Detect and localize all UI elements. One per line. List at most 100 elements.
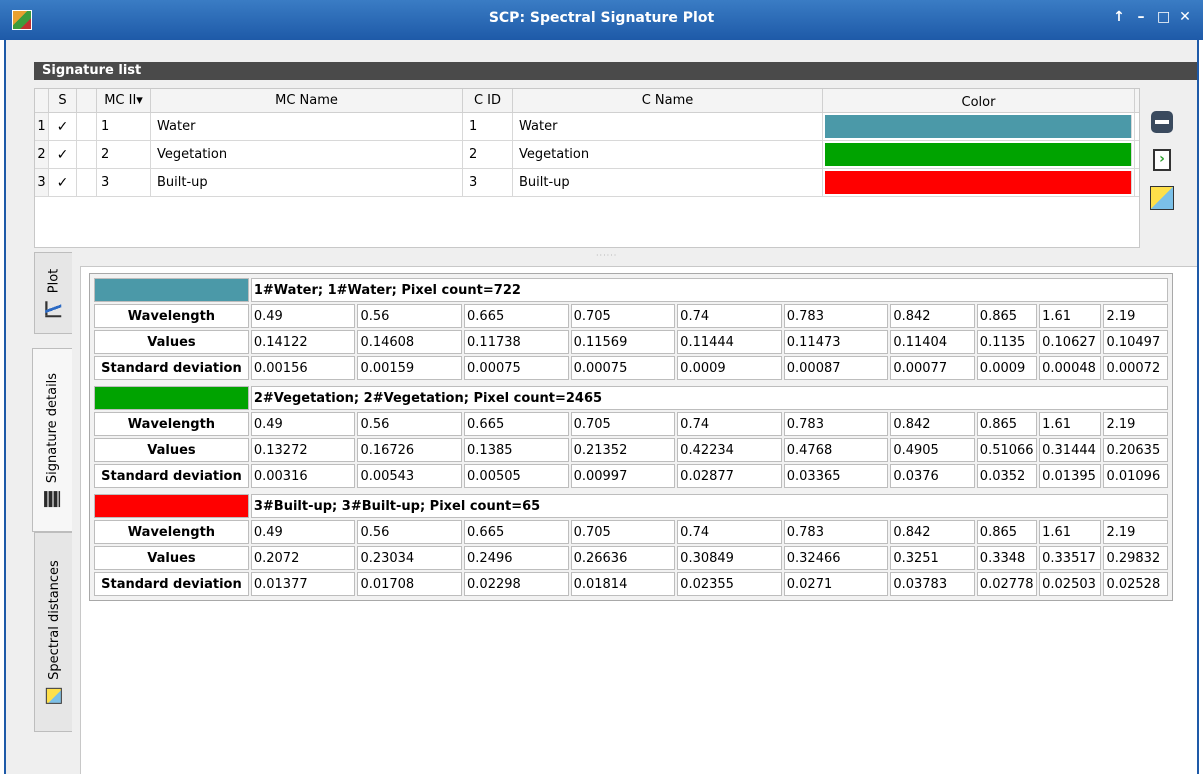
column-header-s[interactable]: S — [49, 89, 77, 112]
value-cell[interactable]: 2.19 — [1103, 412, 1168, 436]
value-cell[interactable]: 1.61 — [1039, 412, 1102, 436]
export-button[interactable]: › — [1148, 146, 1176, 174]
value-cell[interactable]: 0.23034 — [357, 546, 463, 570]
value-cell[interactable]: 0.0009 — [976, 356, 1038, 380]
value-cell[interactable]: 0.16726 — [357, 438, 463, 462]
value-cell[interactable]: 0.783 — [783, 520, 889, 544]
value-cell[interactable]: 0.00048 — [1039, 356, 1102, 380]
mc-name-cell[interactable]: Vegetation — [151, 141, 463, 168]
value-cell[interactable]: 0.3348 — [976, 546, 1038, 570]
value-cell[interactable]: 0.31444 — [1039, 438, 1102, 462]
color-cell[interactable] — [823, 113, 1135, 140]
value-cell[interactable]: 0.1385 — [464, 438, 569, 462]
value-cell[interactable]: 0.4905 — [890, 438, 975, 462]
value-cell[interactable]: 0.00077 — [890, 356, 975, 380]
mc-id-cell[interactable]: 3 — [97, 169, 151, 196]
value-cell[interactable]: 0.20635 — [1103, 438, 1168, 462]
value-cell[interactable]: 0.49 — [250, 412, 356, 436]
value-cell[interactable]: 0.705 — [570, 412, 676, 436]
value-cell[interactable]: 1.61 — [1039, 520, 1102, 544]
table-row[interactable]: 1 ✓ 1 Water 1 Water — [35, 113, 1139, 141]
signature-list-table[interactable]: S MC II▾ MC Name C ID C Name Color 1 ✓ 1 Wa… — [34, 88, 1140, 248]
keep-above-button[interactable]: ↑ — [1113, 9, 1125, 25]
value-cell[interactable]: 0.49 — [250, 520, 356, 544]
value-cell[interactable]: 0.0009 — [677, 356, 782, 380]
value-cell[interactable]: 0.74 — [677, 304, 782, 328]
column-header-color[interactable]: Color — [823, 89, 1135, 112]
value-cell[interactable]: 0.32466 — [783, 546, 889, 570]
value-cell[interactable]: 0.00087 — [783, 356, 889, 380]
value-cell[interactable]: 0.11738 — [464, 330, 569, 354]
value-cell[interactable]: 0.0352 — [976, 464, 1038, 488]
value-cell[interactable]: 0.00159 — [357, 356, 463, 380]
column-header-c-name[interactable]: C Name — [513, 89, 823, 112]
table-row[interactable]: 3 ✓ 3 Built-up 3 Built-up — [35, 169, 1139, 197]
value-cell[interactable]: 0.11473 — [783, 330, 889, 354]
color-cell[interactable] — [823, 169, 1135, 196]
c-name-cell[interactable]: Vegetation — [513, 141, 823, 168]
value-cell[interactable]: 0.14122 — [250, 330, 356, 354]
row-checkbox[interactable]: ✓ — [49, 113, 77, 140]
value-cell[interactable]: 0.01395 — [1039, 464, 1102, 488]
c-id-cell[interactable]: 1 — [463, 113, 513, 140]
value-cell[interactable]: 0.00505 — [464, 464, 569, 488]
value-cell[interactable]: 0.14608 — [357, 330, 463, 354]
close-button[interactable]: ✕ — [1179, 9, 1191, 25]
row-selector[interactable] — [77, 113, 97, 140]
row-selector[interactable] — [77, 141, 97, 168]
value-cell[interactable]: 0.01814 — [570, 572, 676, 596]
add-to-plot-button[interactable] — [1148, 184, 1176, 212]
minimize-button[interactable]: – — [1135, 9, 1147, 25]
maximize-button[interactable]: □ — [1157, 9, 1170, 25]
value-cell[interactable]: 2.19 — [1103, 520, 1168, 544]
value-cell[interactable]: 0.842 — [890, 520, 975, 544]
value-cell[interactable]: 0.2496 — [464, 546, 569, 570]
c-name-cell[interactable]: Built-up — [513, 169, 823, 196]
value-cell[interactable]: 0.3251 — [890, 546, 975, 570]
value-cell[interactable]: 0.00075 — [570, 356, 676, 380]
value-cell[interactable]: 0.705 — [570, 304, 676, 328]
value-cell[interactable]: 0.56 — [357, 520, 463, 544]
value-cell[interactable]: 0.00997 — [570, 464, 676, 488]
value-cell[interactable]: 0.842 — [890, 412, 975, 436]
value-cell[interactable]: 0.11569 — [570, 330, 676, 354]
value-cell[interactable]: 0.0376 — [890, 464, 975, 488]
value-cell[interactable]: 0.842 — [890, 304, 975, 328]
column-header-c-id[interactable]: C ID — [463, 89, 513, 112]
row-checkbox[interactable]: ✓ — [49, 169, 77, 196]
value-cell[interactable]: 0.26636 — [570, 546, 676, 570]
value-cell[interactable]: 0.01096 — [1103, 464, 1168, 488]
value-cell[interactable]: 0.02355 — [677, 572, 782, 596]
table-row[interactable]: 2 ✓ 2 Vegetation 2 Vegetation — [35, 141, 1139, 169]
value-cell[interactable]: 0.49 — [250, 304, 356, 328]
tab-spectral-distances[interactable]: Spectral distances — [34, 532, 72, 732]
c-id-cell[interactable]: 2 — [463, 141, 513, 168]
value-cell[interactable]: 0.33517 — [1039, 546, 1102, 570]
value-cell[interactable]: 0.51066 — [976, 438, 1038, 462]
value-cell[interactable]: 0.4768 — [783, 438, 889, 462]
mc-id-cell[interactable]: 1 — [97, 113, 151, 140]
value-cell[interactable]: 0.00543 — [357, 464, 463, 488]
tab-signature-details[interactable]: Signature details — [32, 348, 72, 532]
value-cell[interactable]: 0.00156 — [250, 356, 356, 380]
value-cell[interactable]: 0.11404 — [890, 330, 975, 354]
value-cell[interactable]: 0.10627 — [1039, 330, 1102, 354]
mc-id-cell[interactable]: 2 — [97, 141, 151, 168]
value-cell[interactable]: 0.42234 — [677, 438, 782, 462]
splitter-handle[interactable]: ······ — [596, 251, 617, 260]
value-cell[interactable]: 0.01377 — [250, 572, 356, 596]
value-cell[interactable]: 0.783 — [783, 412, 889, 436]
value-cell[interactable]: 0.10497 — [1103, 330, 1168, 354]
value-cell[interactable]: 0.865 — [976, 520, 1038, 544]
value-cell[interactable]: 0.02778 — [976, 572, 1038, 596]
value-cell[interactable]: 0.01708 — [357, 572, 463, 596]
value-cell[interactable]: 0.56 — [357, 304, 463, 328]
value-cell[interactable]: 1.61 — [1039, 304, 1102, 328]
value-cell[interactable]: 0.665 — [464, 520, 569, 544]
row-checkbox[interactable]: ✓ — [49, 141, 77, 168]
value-cell[interactable]: 2.19 — [1103, 304, 1168, 328]
column-header-mc-id[interactable]: MC II▾ — [97, 89, 151, 112]
value-cell[interactable]: 0.74 — [677, 412, 782, 436]
value-cell[interactable]: 0.02503 — [1039, 572, 1102, 596]
value-cell[interactable]: 0.665 — [464, 304, 569, 328]
